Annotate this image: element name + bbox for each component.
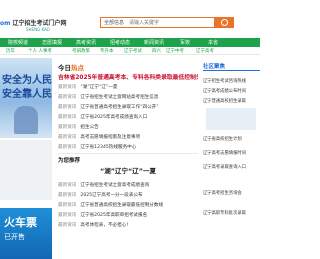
news-row[interactable]: 最新资讯 辽宁省2025年高职单招考试报名: [58, 212, 198, 218]
subnav-item[interactable]: 历年: [6, 48, 15, 54]
nav-item[interactable]: 高考资讯: [76, 39, 96, 46]
sidebar-link[interactable]: 辽宁高考录取查询入口: [203, 164, 260, 170]
recommend-headline[interactable]: “湖”辽宁“辽”一夏: [58, 165, 198, 175]
sidebar-link[interactable]: 辽宁高考招生咨询会: [203, 190, 260, 196]
news-row[interactable]: 最新资讯 2025辽宁高考一分一段表公布: [58, 192, 198, 198]
subnav-item[interactable]: 辽宁考试: [124, 48, 142, 54]
news-row[interactable]: 最新资讯 辽宁省招生考试之窗网站高考招生信息: [58, 94, 198, 100]
subnav-item[interactable]: 四六: [152, 48, 161, 54]
banner-figure-image: [14, 106, 38, 134]
today-headline[interactable]: 吉林省2025年普通高考本、专科各科类录取最低控制分数线: [58, 72, 198, 81]
subnav-item[interactable]: 考研政策: [72, 48, 90, 54]
nav-item[interactable]: 本省: [208, 39, 218, 46]
sidebar-link[interactable]: 辽宁高职专科批次录取: [203, 210, 260, 216]
nav-item[interactable]: 志愿填报: [42, 39, 62, 46]
banner-line1: 安全为人民: [2, 75, 52, 86]
banner2-line2: 已开售: [4, 233, 25, 241]
recommend-title: 为您推荐: [58, 158, 81, 164]
news-row[interactable]: 最新资讯 高考志愿填报指南及注意事项: [58, 134, 198, 140]
section-divider: [58, 153, 198, 154]
nav-item[interactable]: 院校频道: [8, 39, 28, 46]
subnav-item[interactable]: 专升本: [100, 48, 114, 54]
news-row[interactable]: 最新资讯 辽宁省12345热线服务中心: [58, 144, 198, 150]
nav-item[interactable]: 新闻资讯: [144, 39, 164, 46]
subnav-item[interactable]: 个人 人事考: [28, 48, 52, 54]
sidebar-link[interactable]: 辽宁普通高校招生录取: [203, 98, 260, 104]
search-input[interactable]: [129, 18, 209, 27]
side-ad-placeholder: [0, 140, 52, 200]
search-button[interactable]: [215, 17, 234, 28]
sidebar-link[interactable]: 辽宁省高校招生计划: [203, 136, 260, 142]
subnav-item[interactable]: 辽宁中考: [166, 48, 184, 54]
nav-item[interactable]: 军校: [180, 39, 190, 46]
site-logo[interactable]: om 辽宁招生考试门户网: [0, 18, 66, 27]
logo-subtitle: SHENG KAO: [26, 27, 50, 32]
train-ticket-banner[interactable]: 火车票 已开售: [0, 208, 52, 259]
news-row[interactable]: 最新资讯 “湖”辽宁“辽”一夏: [58, 84, 198, 90]
site-header: om 辽宁招生考试门户网 SHENG KAO 全部信息: [0, 0, 260, 38]
banner-line2: 安全靠人民: [2, 89, 52, 100]
news-row[interactable]: 最新资讯 辽宁省普通高校招生录取最低控制分数线: [58, 202, 198, 208]
subnav-item[interactable]: 辽宁高考: [196, 48, 214, 54]
search-category-select[interactable]: 全部信息: [104, 19, 124, 26]
sidebar-title-underline: [203, 70, 260, 71]
search-box: 全部信息: [100, 17, 215, 28]
news-row[interactable]: 最新资讯 辽宁省2025年高考成绩查询入口: [58, 114, 198, 120]
news-row[interactable]: 最新资讯 辽宁省招生考试之窗高考成绩查询: [58, 182, 198, 188]
news-row[interactable]: 最新资讯 辽宁省普通高考招生录取工作“四公开”: [58, 104, 198, 110]
nav-item[interactable]: 招考动态: [110, 39, 130, 46]
primary-nav: 院校频道 志愿填报 高考资讯 招考动态 新闻资讯 军校 本省: [0, 38, 260, 47]
news-row[interactable]: 最新资讯 招生公告: [58, 124, 198, 130]
secondary-nav: 历年 个人 人事考 考研政策 专升本 辽宁考试 四六 辽宁中考 辽宁高考: [0, 47, 260, 55]
banner2-line1: 火车票: [4, 216, 37, 229]
sidebar-link[interactable]: 辽宁高考成绩公布时间: [203, 88, 260, 94]
sidebar-link[interactable]: 辽宁招生考试咨询热线: [203, 78, 260, 84]
sidebar-thumbnail-image[interactable]: [206, 108, 256, 130]
sidebar-link[interactable]: 辽宁高考志愿填报时间: [203, 150, 260, 156]
news-row[interactable]: 最新资讯 高考体检表，不必担心！: [58, 222, 198, 228]
sidebar-title: 社区聚焦: [203, 64, 226, 70]
today-hot-title: 今日热点: [58, 64, 84, 72]
promo-banner[interactable]: 安全为人民 安全靠人民: [0, 58, 52, 138]
